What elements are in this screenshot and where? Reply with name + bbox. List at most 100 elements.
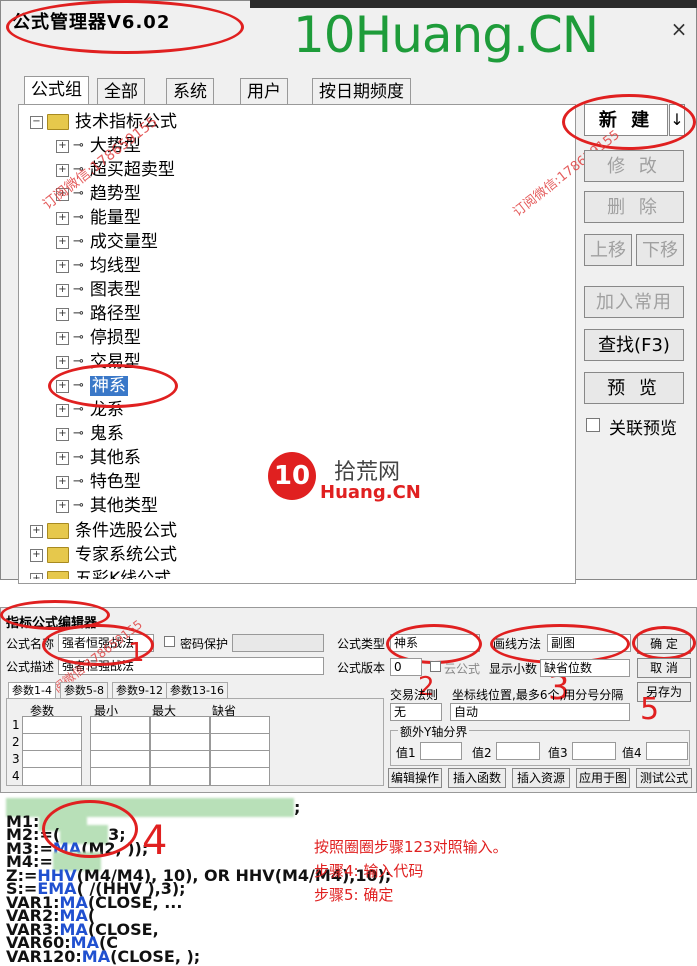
key-icon: ⊸ (73, 474, 84, 489)
find-button[interactable]: 查找(F3) (584, 329, 684, 361)
password-checkbox[interactable] (164, 636, 175, 647)
tree-item[interactable]: + ⊸ 路径型 (56, 302, 141, 326)
key-icon: ⊸ (73, 258, 84, 273)
delete-button[interactable]: 删 除 (584, 191, 684, 223)
trade-rule-label: 交易法则 (390, 688, 439, 702)
selected-node-circle (48, 364, 178, 408)
expand-icon[interactable]: + (30, 572, 43, 579)
tree-item[interactable]: + ⊸ 成交量型 (56, 230, 158, 254)
expand-icon[interactable]: + (56, 427, 69, 441)
edit-ops-button[interactable]: 编辑操作 (388, 768, 442, 788)
expand-icon[interactable]: + (56, 283, 69, 297)
y3-label: 值3 (548, 746, 568, 760)
new-button-circle (562, 94, 696, 150)
tree-item[interactable]: + ⊸ 能量型 (56, 206, 141, 230)
modify-button[interactable]: 修 改 (584, 150, 684, 182)
folder-icon (47, 547, 69, 563)
move-down-button[interactable]: 下移 (636, 234, 684, 266)
y4-label: 值4 (622, 746, 642, 760)
site-watermark: 10Huang.CN (293, 6, 599, 64)
y2-input[interactable] (496, 742, 540, 760)
y1-label: 值1 (396, 746, 416, 760)
tab-system[interactable]: 系统 (166, 78, 214, 104)
key-icon: ⊸ (73, 498, 84, 513)
tree-item[interactable]: + ⊸ 停损型 (56, 326, 141, 350)
row-number: 1 (12, 718, 20, 732)
linked-preview-label: 关联预览 (609, 419, 677, 439)
expand-icon[interactable]: + (56, 235, 69, 249)
key-icon: ⊸ (73, 282, 84, 297)
y3-input[interactable] (572, 742, 616, 760)
tree-item[interactable]: + ⊸ 均线型 (56, 254, 141, 278)
step-mark-5: 5 (640, 692, 660, 727)
folder-icon (47, 114, 69, 130)
insert-resource-button[interactable]: 插入资源 (512, 768, 570, 788)
expand-icon[interactable]: + (56, 475, 69, 489)
tree-item[interactable]: + ⊸ 其他类型 (56, 494, 158, 518)
tree-item[interactable]: + ⊸ 特色型 (56, 470, 141, 494)
param-cell[interactable] (90, 767, 150, 786)
tab-formula-group[interactable]: 公式组 (24, 76, 89, 106)
cloud-checkbox[interactable] (430, 661, 441, 672)
annotation-line-1: 按照圈圈步骤123对照输入。 (314, 838, 508, 856)
folder-icon (47, 571, 69, 579)
test-formula-button[interactable]: 测试公式 (636, 768, 692, 788)
row-number: 2 (12, 735, 20, 749)
yaxis-group-label: 额外Y轴分界 (398, 723, 470, 740)
tree-item[interactable]: + ⊸ 图表型 (56, 278, 141, 302)
expand-icon[interactable]: + (56, 139, 69, 153)
trade-rule-select[interactable]: 无 (390, 703, 442, 721)
insert-function-button[interactable]: 插入函数 (448, 768, 506, 788)
tree-folder[interactable]: + 五彩K线公式 (30, 567, 171, 579)
step-mark-1: 1 (128, 638, 145, 668)
y4-input[interactable] (646, 742, 688, 760)
linked-preview-checkbox[interactable] (586, 418, 600, 432)
key-icon: ⊸ (73, 450, 84, 465)
tab-all[interactable]: 全部 (97, 78, 145, 104)
param-cell[interactable] (22, 767, 82, 786)
decimal-label: 显示小数 (489, 662, 538, 676)
tab-date-frequency[interactable]: 按日期频度 (312, 78, 411, 104)
key-icon: ⊸ (73, 138, 84, 153)
type-label: 公式类型 (337, 637, 386, 651)
tab-user[interactable]: 用户 (240, 78, 288, 104)
expand-icon[interactable]: + (56, 259, 69, 273)
code-tail: (CLOSE, ... (87, 892, 183, 912)
folder-icon (47, 523, 69, 539)
expand-icon[interactable]: + (56, 499, 69, 513)
expand-icon[interactable]: + (56, 331, 69, 345)
expand-icon[interactable]: + (30, 524, 43, 538)
preview-button[interactable]: 预 览 (584, 372, 684, 404)
version-input[interactable]: 0 (390, 658, 422, 676)
collapse-icon[interactable]: − (30, 115, 43, 129)
expand-icon[interactable]: + (56, 403, 69, 417)
tree-folder[interactable]: + 条件选股公式 (30, 519, 177, 543)
expand-icon[interactable]: + (30, 548, 43, 562)
key-icon: ⊸ (73, 330, 84, 345)
row-number: 3 (12, 752, 20, 766)
password-input[interactable] (232, 634, 324, 652)
y1-input[interactable] (420, 742, 462, 760)
tree-folder[interactable]: + 专家系统公式 (30, 543, 177, 567)
expand-icon[interactable]: + (56, 307, 69, 321)
logo-en-text: Huang.CN (320, 482, 421, 503)
apply-to-chart-button[interactable]: 应用于图 (576, 768, 630, 788)
y2-label: 值2 (472, 746, 492, 760)
coord-input[interactable]: 自动 (450, 703, 630, 721)
key-icon: ⊸ (73, 210, 84, 225)
code-tail: ; (294, 798, 301, 817)
param-cell[interactable] (210, 767, 270, 786)
step5-circle (632, 626, 696, 660)
close-icon[interactable]: × (668, 18, 690, 40)
move-up-button[interactable]: 上移 (584, 234, 632, 266)
add-common-button[interactable]: 加入常用 (584, 286, 684, 318)
expand-icon[interactable]: + (56, 355, 69, 369)
param-cell[interactable] (150, 767, 210, 786)
expand-icon[interactable]: + (56, 211, 69, 225)
version-label: 公式版本 (337, 661, 386, 675)
expand-icon[interactable]: + (56, 451, 69, 465)
tree-item[interactable]: + ⊸ 其他系 (56, 446, 141, 470)
tree-item[interactable]: + ⊸ 鬼系 (56, 422, 124, 446)
cancel-button[interactable]: 取 消 (637, 658, 691, 678)
decimal-select[interactable]: 缺省位数 (540, 659, 630, 677)
